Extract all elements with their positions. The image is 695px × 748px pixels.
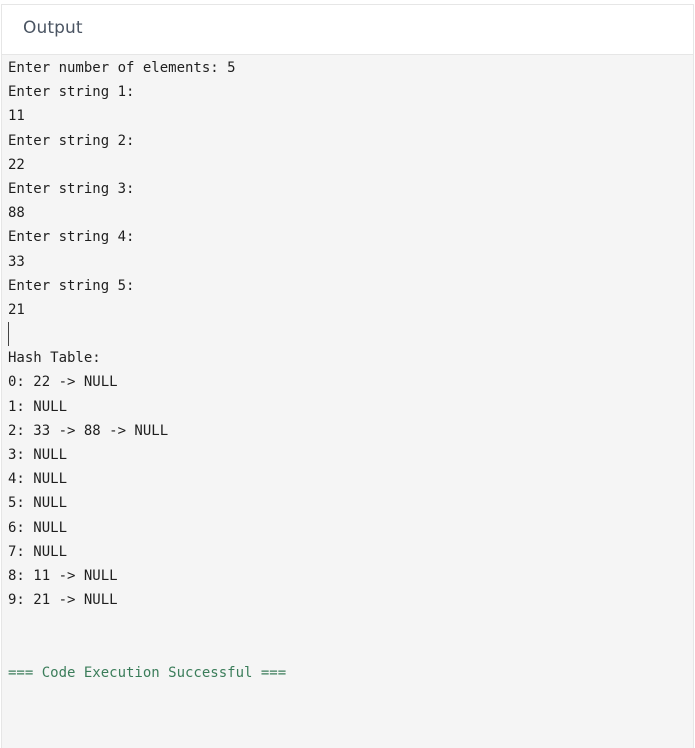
console-line: Enter string 5: (8, 277, 135, 294)
console-line: Enter number of elements: 5 (8, 60, 236, 76)
console-line: 22 (8, 156, 25, 173)
hash-table-row: 5: NULL (8, 495, 68, 512)
hash-table-row: 8: 11 -> NULL (8, 567, 118, 584)
hash-table-row: 2: 33 -> 88 -> NULL (8, 422, 169, 439)
execution-status: === Code Execution Successful === (8, 664, 287, 681)
console-line: Enter string 3: (8, 180, 135, 197)
output-panel: Output Enter number of elements: 5 Enter… (1, 4, 694, 748)
hash-table-row: 6: NULL (8, 519, 68, 536)
console-line: Enter string 2: (8, 132, 135, 149)
console-line: Enter string 1: (8, 84, 135, 101)
hash-table-row: 9: 21 -> NULL (8, 592, 118, 609)
console-line: 11 (8, 108, 25, 125)
console-line: 21 (8, 301, 25, 318)
console-line: Enter string 4: (8, 229, 135, 246)
hash-table-heading: Hash Table: (8, 350, 101, 367)
output-header: Output (2, 5, 693, 55)
hash-table-row: 1: NULL (8, 398, 68, 415)
hash-table-row: 4: NULL (8, 471, 68, 488)
hash-table-row: 3: NULL (8, 447, 68, 463)
hash-table-row: 0: 22 -> NULL (8, 374, 118, 391)
console-line: 88 (8, 205, 25, 222)
console-line: 33 (8, 253, 25, 270)
output-title: Output (23, 18, 83, 38)
input-caret-line[interactable] (8, 322, 693, 347)
hash-table-row: 7: NULL (8, 543, 68, 560)
text-caret (8, 322, 9, 347)
console-output[interactable]: Enter number of elements: 5 Enter string… (8, 56, 693, 685)
